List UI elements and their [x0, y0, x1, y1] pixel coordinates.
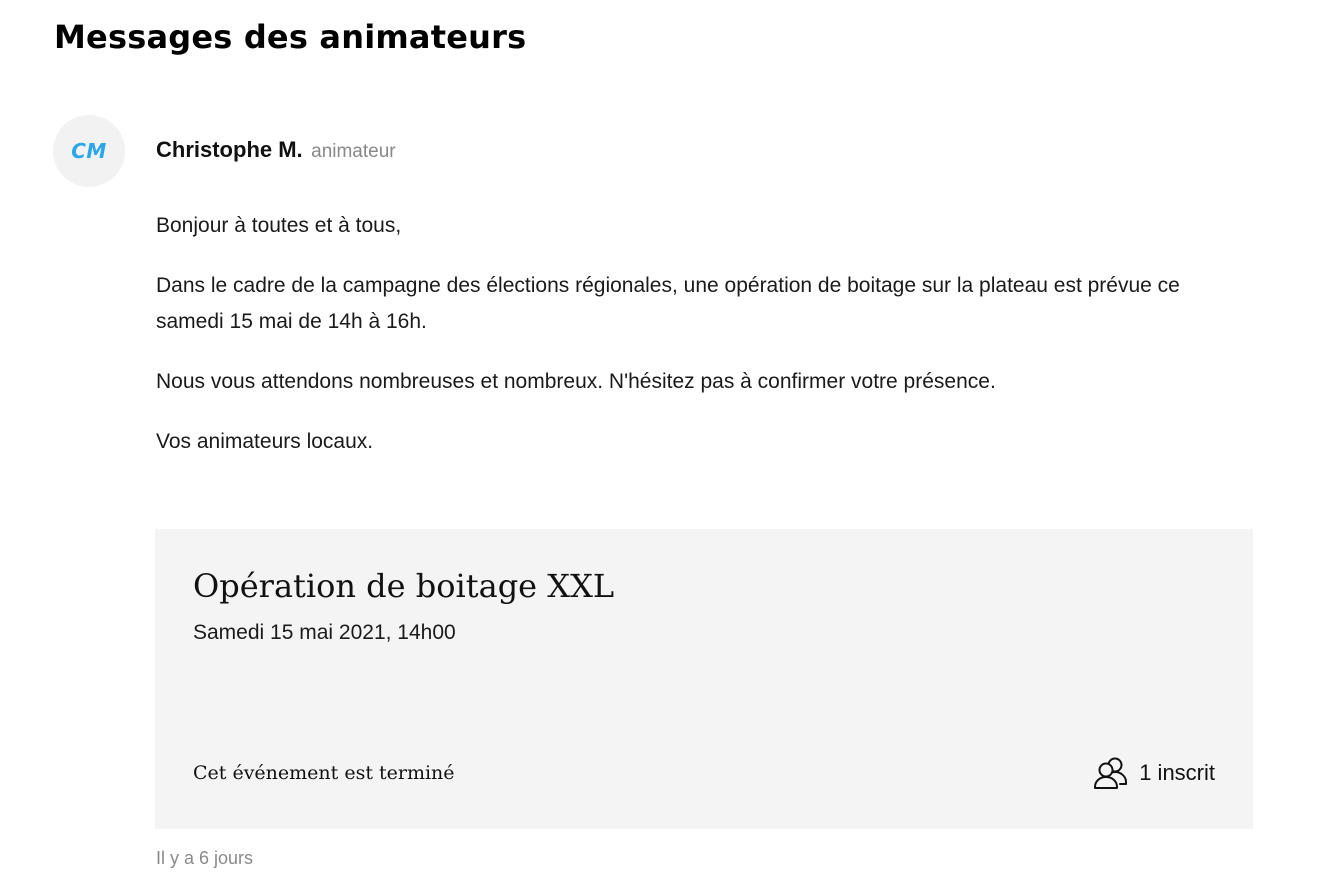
page: Messages des animateurs CM Christophe M.… — [0, 0, 1322, 893]
participants-count: 1 inscrit — [1139, 760, 1215, 785]
message-paragraph: Vos animateurs locaux. — [156, 430, 374, 453]
avatar-initials: CM — [71, 139, 107, 163]
message-paragraph: Dans le cadre de la campagne des électio… — [156, 274, 1180, 333]
author-line: Christophe M. animateur — [156, 137, 396, 163]
users-icon — [1093, 755, 1129, 791]
event-date: Samedi 15 mai 2021, 14h00 — [193, 621, 456, 644]
page-title: Messages des animateurs — [54, 18, 527, 56]
event-card[interactable]: Opération de boitage XXL Samedi 15 mai 2… — [155, 529, 1253, 829]
event-participants: 1 inscrit — [1093, 755, 1215, 791]
avatar[interactable]: CM — [53, 115, 125, 187]
message-timestamp: Il y a 6 jours — [156, 848, 254, 868]
event-title[interactable]: Opération de boitage XXL — [193, 567, 614, 605]
message-body: Bonjour à toutes et à tous, Dans le cadr… — [156, 208, 1236, 484]
message-paragraph: Bonjour à toutes et à tous, — [156, 214, 402, 237]
author-name[interactable]: Christophe M. — [156, 137, 303, 162]
event-status: Cet événement est terminé — [193, 762, 455, 784]
message-paragraph: Nous vous attendons nombreuses et nombre… — [156, 370, 996, 393]
author-role: animateur — [311, 141, 396, 162]
